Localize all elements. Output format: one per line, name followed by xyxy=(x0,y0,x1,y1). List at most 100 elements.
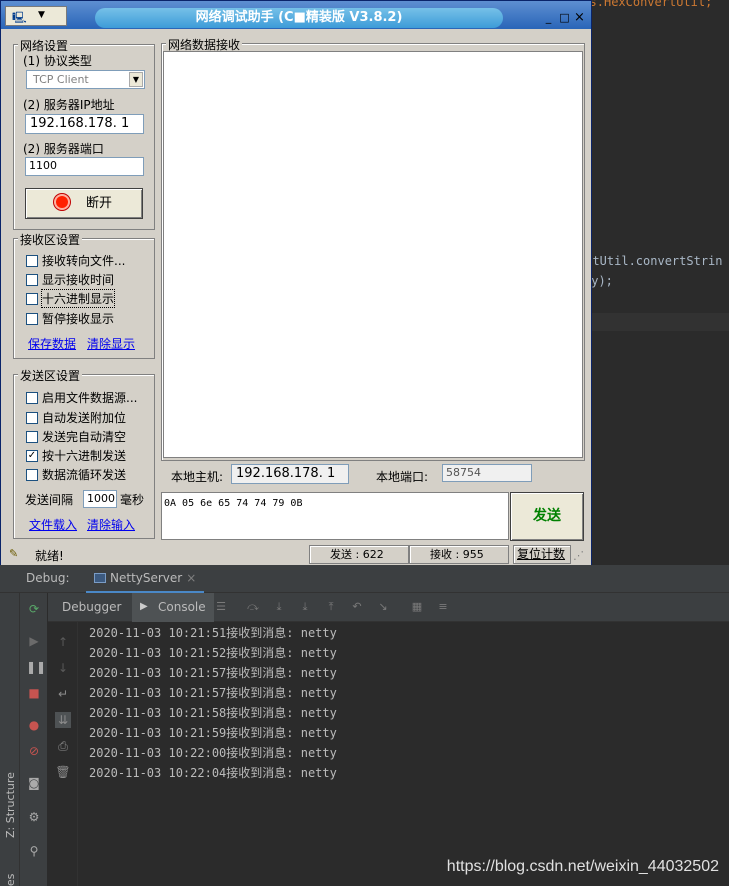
view-breakpoints-icon[interactable]: ● xyxy=(26,717,42,733)
checkbox-box[interactable] xyxy=(26,273,38,286)
checkbox-pause-display[interactable]: 暂停接收显示 xyxy=(26,310,114,327)
disconnect-button[interactable]: 断开 xyxy=(25,188,143,219)
minimize-button[interactable]: _ xyxy=(541,11,556,25)
close-icon[interactable]: × xyxy=(186,571,196,585)
reset-count-button[interactable]: 复位计数 xyxy=(513,545,571,564)
console-line: 2020-11-03 10:21:59接收到消息: netty xyxy=(89,726,337,740)
server-port-label: (2) 服务器端口 xyxy=(23,142,104,156)
run-to-cursor-icon[interactable]: ↘ xyxy=(376,600,390,614)
server-ip-label: (2) 服务器IP地址 xyxy=(23,98,115,112)
mute-breakpoints-icon[interactable]: ⊘ xyxy=(26,743,42,759)
server-ip-field[interactable]: 192.168.178. 1 xyxy=(25,114,144,134)
checkbox-auto-append[interactable]: 自动发送附加位 xyxy=(26,409,126,426)
tab-console[interactable]: ▶ Console xyxy=(132,593,214,622)
server-port-field[interactable]: 1100 xyxy=(25,157,144,176)
force-step-into-icon[interactable]: ⤓ xyxy=(298,600,312,614)
resize-grip-icon[interactable]: ⋰ xyxy=(573,549,584,562)
console-line: 2020-11-03 10:22:04接收到消息: netty xyxy=(89,766,337,780)
save-data-link[interactable]: 保存数据 xyxy=(28,335,76,352)
code-line: ty); xyxy=(590,274,613,288)
console-output[interactable]: 2020-11-03 10:21:51接收到消息: netty 2020-11-… xyxy=(79,622,729,886)
chevron-down-icon[interactable]: ▼ xyxy=(129,72,143,87)
evaluate-icon[interactable]: ▦ xyxy=(410,600,424,614)
rerun-icon[interactable]: ⟳ xyxy=(26,601,42,617)
checkbox-receive-to-file[interactable]: 接收转向文件... xyxy=(26,252,125,269)
console-line: 2020-11-03 10:21:58接收到消息: netty xyxy=(89,706,337,720)
recv-count: 接收 : 955 xyxy=(409,545,509,564)
protocol-select[interactable]: TCP Client ▼ xyxy=(26,70,145,89)
checkbox-box[interactable] xyxy=(26,254,38,267)
checkbox-hex-display[interactable]: 十六进制显示 xyxy=(26,289,116,308)
send-count: 发送 : 622 xyxy=(309,545,409,564)
menu-icon[interactable]: ☰ xyxy=(214,600,228,614)
checkbox-file-source[interactable]: 启用文件数据源... xyxy=(26,389,137,406)
checkbox-box[interactable] xyxy=(26,292,38,305)
checkbox-auto-clear[interactable]: 发送完自动清空 xyxy=(26,428,126,445)
code-line-import: import com.github.custom.utils.HexConver… xyxy=(590,0,713,9)
favorites-tool-tab[interactable]: avorites xyxy=(4,874,17,886)
local-host-label: 本地主机: xyxy=(171,470,224,484)
receive-textarea[interactable] xyxy=(163,51,583,458)
structure-tool-tab[interactable]: Z: Structure xyxy=(4,772,17,838)
drop-frame-icon[interactable]: ↶ xyxy=(350,600,364,614)
watermark: https://blog.csdn.net/weixin_44032502 xyxy=(446,858,719,875)
maximize-button[interactable]: □ xyxy=(557,11,572,25)
checkbox-box[interactable] xyxy=(26,430,38,443)
trace-icon[interactable]: ≡ xyxy=(436,600,450,614)
code-editor: import com.github.custom.utils.HexConver… xyxy=(590,0,729,565)
checkbox-box[interactable] xyxy=(26,391,38,404)
checkbox-show-time[interactable]: 显示接收时间 xyxy=(26,271,114,288)
print-icon[interactable]: ⎙ xyxy=(55,738,71,754)
debug-actions-toolbar: ⟳ ▶ ❚❚ ■ ● ⊘ ◙ ⚙ ⚲ xyxy=(20,593,48,886)
debug-tool-window: Debug: NettyServer× Z: Structure avorite… xyxy=(0,565,729,886)
gear-icon[interactable]: ⚙ xyxy=(26,809,42,825)
local-port-label: 本地端口: xyxy=(376,470,429,484)
checkbox-box[interactable] xyxy=(26,411,38,424)
checkbox-box[interactable] xyxy=(26,312,38,325)
scroll-to-end-icon[interactable]: ⇊ xyxy=(55,712,71,728)
console-toolbar: ↑ ↓ ↵ ⇊ ⎙ 🗑 xyxy=(48,622,78,886)
local-host-field: 192.168.178. 1 xyxy=(231,464,349,484)
down-arrow-icon[interactable]: ↓ xyxy=(55,660,71,676)
console-line: 2020-11-03 10:21:57接收到消息: netty xyxy=(89,686,337,700)
pin-icon[interactable]: ⚲ xyxy=(26,843,42,859)
close-button[interactable]: × xyxy=(572,11,587,25)
checkbox-box[interactable] xyxy=(26,468,38,481)
local-port-field: 58754 xyxy=(442,464,532,482)
status-icon: ✎ xyxy=(9,547,19,560)
stop-icon[interactable]: ■ xyxy=(26,685,42,701)
debug-subtabs: Debugger ▶ Console ☰ ⤼ ⤓ ⤓ ⤒ ↶ ↘ ▦ ≡ xyxy=(48,593,729,622)
up-arrow-icon[interactable]: ↑ xyxy=(55,634,71,650)
left-tool-strip: Z: Structure avorites xyxy=(0,593,20,886)
run-config-tab[interactable]: NettyServer × xyxy=(86,565,205,593)
checkmark-icon[interactable]: ✓ xyxy=(26,449,38,462)
status-text: 就绪! xyxy=(35,549,64,563)
clear-display-link[interactable]: 清除显示 xyxy=(87,335,135,352)
pause-icon[interactable]: ❚❚ xyxy=(26,659,46,675)
send-button[interactable]: 发送 xyxy=(510,492,584,541)
checkbox-loop-send[interactable]: 数据流循环发送 xyxy=(26,466,126,483)
trash-icon[interactable]: 🗑 xyxy=(55,764,71,780)
step-into-icon[interactable]: ⤓ xyxy=(272,600,286,614)
load-file-link[interactable]: 文件载入 xyxy=(29,516,77,533)
chevron-down-icon: ▼ xyxy=(38,10,45,20)
console-line: 2020-11-03 10:21:57接收到消息: netty xyxy=(89,666,337,680)
step-over-icon[interactable]: ⤼ xyxy=(246,600,260,614)
net-assistant-window: 🖳 ▼ 网络调试助手 (C■精装版 V3.8.2) _ □ × 网络设置 (1)… xyxy=(0,0,592,567)
checkbox-hex-send[interactable]: ✓ 按十六进制发送 xyxy=(26,447,126,464)
resume-icon[interactable]: ▶ xyxy=(26,633,42,649)
red-led-icon xyxy=(55,196,68,208)
camera-icon[interactable]: ◙ xyxy=(26,775,42,791)
debug-tab-bar: Debug: NettyServer × xyxy=(0,565,729,593)
console-line: 2020-11-03 10:22:00接收到消息: netty xyxy=(89,746,337,760)
system-menu-icon[interactable]: 🖳 ▼ xyxy=(5,6,67,26)
clear-input-link[interactable]: 清除输入 xyxy=(87,516,135,533)
step-out-icon[interactable]: ⤒ xyxy=(324,600,338,614)
send-interval-field[interactable]: 1000 xyxy=(83,490,117,508)
application-icon xyxy=(94,573,106,583)
tab-debugger[interactable]: Debugger xyxy=(54,593,129,622)
status-bar: ✎ 就绪! 发送 : 622 接收 : 955 复位计数 ⋰ xyxy=(3,545,589,565)
soft-wrap-icon[interactable]: ↵ xyxy=(55,686,71,702)
send-input[interactable]: 0A 05 6e 65 74 74 79 0B xyxy=(161,492,509,540)
title-bar[interactable]: 🖳 ▼ 网络调试助手 (C■精装版 V3.8.2) _ □ × xyxy=(1,1,591,29)
